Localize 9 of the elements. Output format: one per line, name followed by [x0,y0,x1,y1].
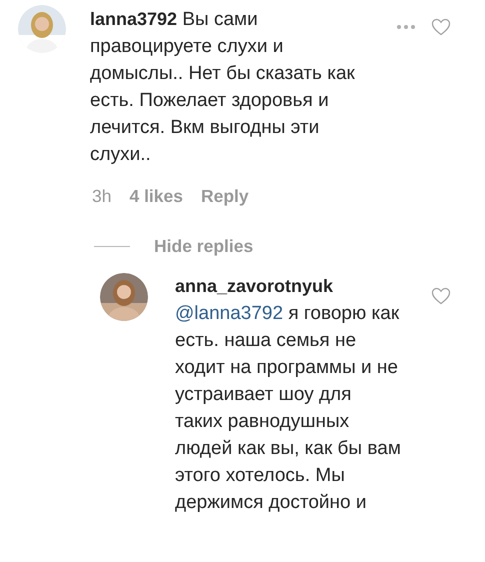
comment-text: lanna3792 Вы сами правоцируете слухи и домыслы.. Нет бы сказать как есть. Пожелает здоровья и лечится. Вкм выгодны эти слухи.. [90,8,356,167]
username-link[interactable]: lanna3792 [90,9,178,29]
reply-text: @lanna3792 я говорю как есть. наша семья не ходит на программы и не устраивает шоу для таких равнодушных людей как вы, как бы вам этого хотелось. Мы держимся достойно и [175,302,401,515]
heart-icon[interactable] [431,287,451,305]
mention-link[interactable]: @lanna3792 [175,303,284,324]
more-icon[interactable] [397,25,415,29]
heart-icon[interactable] [431,18,451,36]
username-link[interactable]: anna_zavorotnyuk [175,276,334,296]
comment-time: 3h [92,186,112,207]
